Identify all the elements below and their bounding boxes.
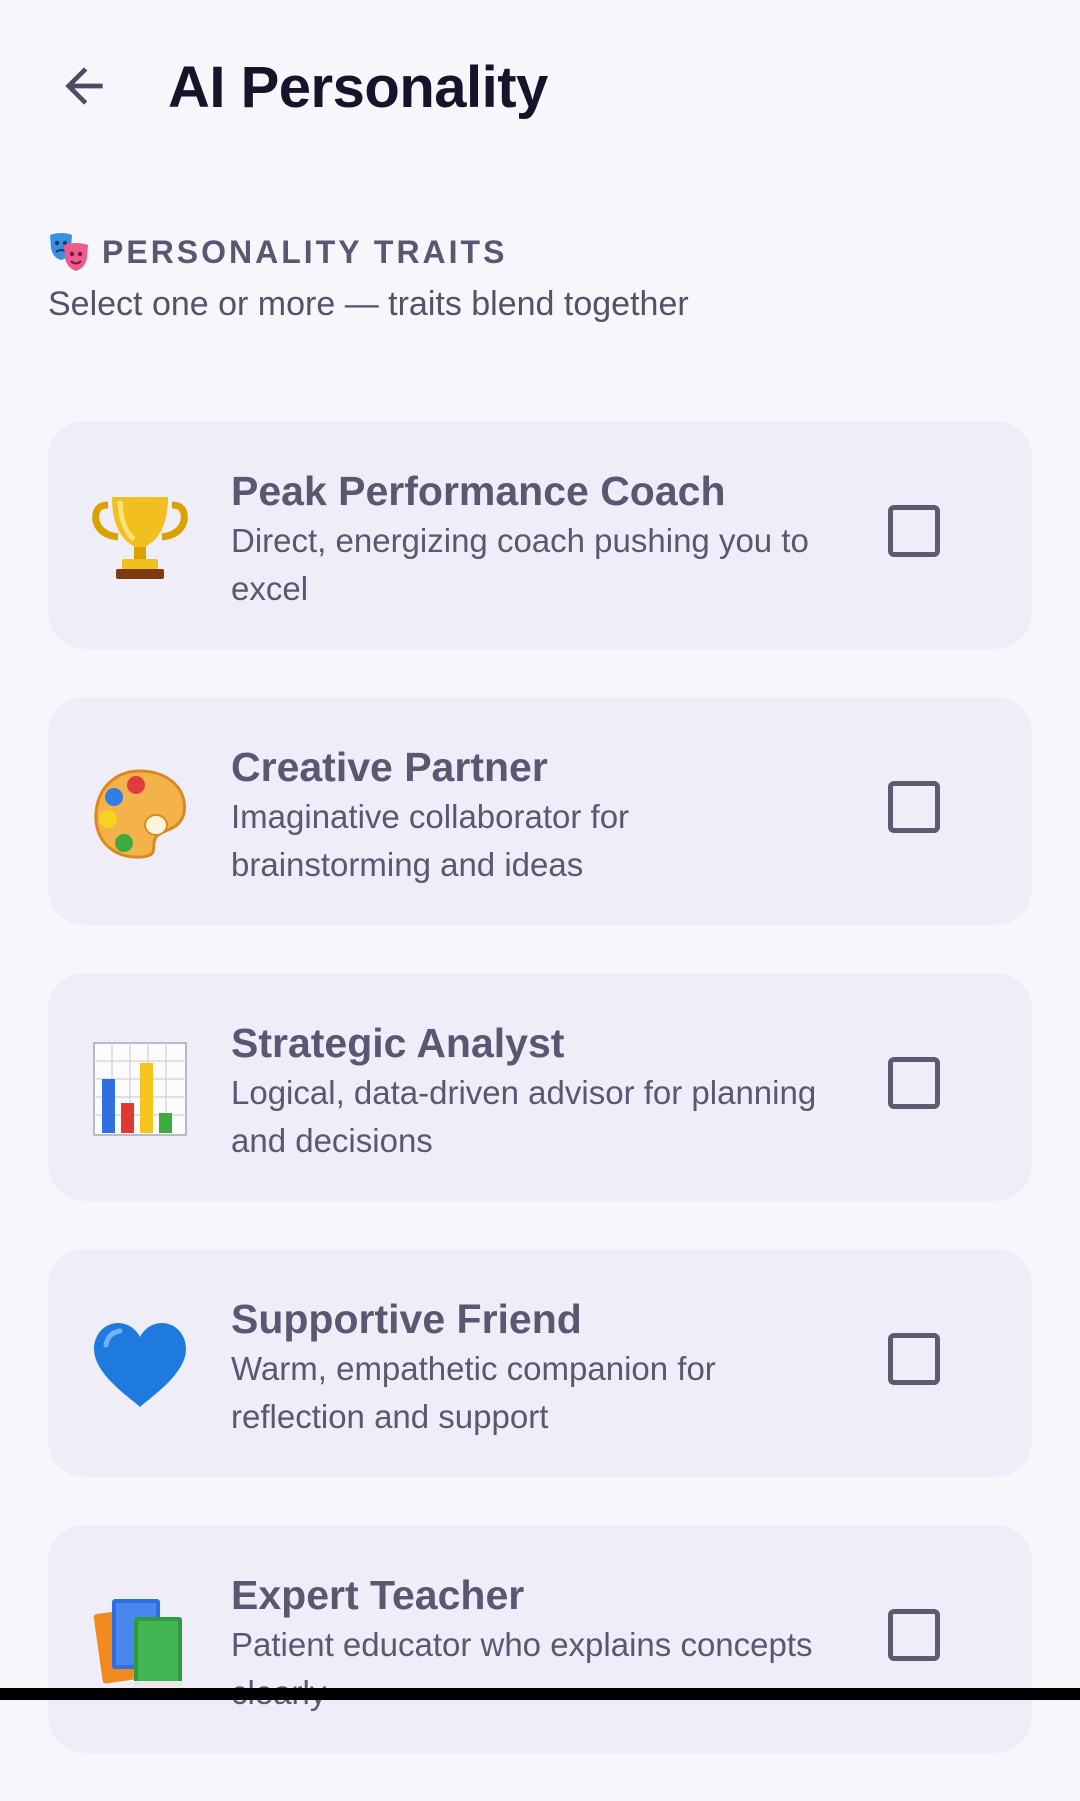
books-icon: [90, 1591, 190, 1691]
trait-text: Creative Partner Imaginative collaborato…: [231, 741, 831, 889]
trait-text: Peak Performance Coach Direct, energizin…: [231, 465, 831, 613]
bar-chart-icon: [90, 1039, 190, 1139]
trait-card-supportive-friend[interactable]: Supportive Friend Warm, empathetic compa…: [48, 1249, 1032, 1477]
trait-description: Warm, empathetic companion for reflectio…: [231, 1350, 716, 1435]
trait-card-peak-performance-coach[interactable]: Peak Performance Coach Direct, energizin…: [48, 421, 1032, 649]
trait-description: Imaginative collaborator for brainstormi…: [231, 798, 630, 883]
trait-text: Supportive Friend Warm, empathetic compa…: [231, 1293, 831, 1441]
bottom-edge: [0, 1688, 1080, 1700]
trait-description: Logical, data-driven advisor for plannin…: [231, 1074, 817, 1159]
trait-name: Expert Teacher: [231, 1572, 525, 1618]
palette-icon: [90, 763, 190, 863]
trophy-icon: [90, 487, 190, 587]
trait-checkbox[interactable]: [888, 1609, 940, 1661]
trait-description: Direct, energizing coach pushing you to …: [231, 522, 809, 607]
trait-name: Creative Partner: [231, 744, 548, 790]
trait-checkbox[interactable]: [888, 781, 940, 833]
trait-description: Patient educator who explains concepts c…: [231, 1626, 813, 1711]
arrow-left-icon: [65, 67, 103, 105]
blue-heart-icon: [90, 1315, 190, 1415]
page-title: AI Personality: [168, 55, 548, 120]
trait-checkbox[interactable]: [888, 1057, 940, 1109]
trait-text: Strategic Analyst Logical, data-driven a…: [231, 1017, 831, 1165]
section-header: PERSONALITY TRAITS: [48, 228, 507, 276]
section-title: PERSONALITY TRAITS: [102, 233, 508, 270]
trait-list: Peak Performance Coach Direct, energizin…: [48, 421, 1032, 1801]
section-subtitle: Select one or more — traits blend togeth…: [48, 285, 689, 323]
trait-card-strategic-analyst[interactable]: Strategic Analyst Logical, data-driven a…: [48, 973, 1032, 1201]
trait-card-expert-teacher[interactable]: Expert Teacher Patient educator who expl…: [48, 1525, 1032, 1753]
app-bar: AI Personality: [0, 0, 1080, 175]
trait-checkbox[interactable]: [888, 1333, 940, 1385]
trait-checkbox[interactable]: [888, 505, 940, 557]
trait-card-creative-partner[interactable]: Creative Partner Imaginative collaborato…: [48, 697, 1032, 925]
theater-masks-icon: [50, 233, 88, 271]
trait-name: Peak Performance Coach: [231, 468, 726, 514]
trait-name: Supportive Friend: [231, 1296, 582, 1342]
back-button[interactable]: [48, 50, 120, 122]
trait-name: Strategic Analyst: [231, 1020, 565, 1066]
